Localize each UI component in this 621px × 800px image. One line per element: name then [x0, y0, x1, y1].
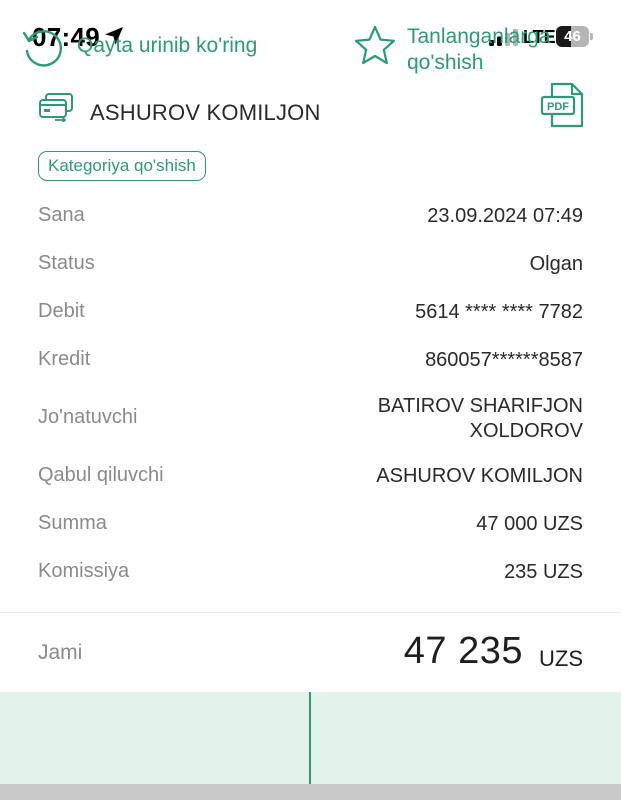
action-bar — [0, 692, 621, 784]
divider — [0, 612, 621, 613]
total-label: Jami — [38, 641, 83, 664]
svg-text:PDF: PDF — [547, 101, 569, 113]
detail-label: Kredit — [38, 348, 91, 370]
detail-value: 23.09.2024 07:49 — [427, 205, 583, 227]
detail-label: Debit — [38, 300, 85, 322]
bottom-strip — [0, 784, 621, 800]
total-currency: UZS — [539, 646, 583, 671]
star-icon — [354, 25, 396, 65]
detail-value: 235 UZS — [504, 561, 583, 583]
detail-value: Olgan — [529, 253, 583, 275]
add-category-button[interactable]: Kategoriya qo'shish — [38, 151, 206, 181]
favorites-label: Tanlanganlarga qo'shish — [407, 25, 551, 74]
add-to-favorites-button[interactable] — [311, 692, 621, 784]
detail-label: Komissiya — [38, 560, 130, 582]
pdf-icon[interactable]: PDF — [540, 82, 584, 128]
recipient-title: ASHUROV KOMILJON — [90, 100, 321, 125]
detail-label: Qabul qiluvchi — [38, 464, 164, 486]
card-transfer-icon — [39, 93, 73, 122]
detail-value: BATIROV SHARIFJON XOLDOROV — [377, 395, 583, 442]
detail-label: Jo'natuvchi — [38, 406, 138, 428]
detail-value: 860057******8587 — [425, 349, 583, 371]
battery-percent: 46 — [564, 28, 581, 45]
total-amount: 47 235 — [403, 630, 523, 672]
retry-button[interactable] — [0, 692, 309, 784]
detail-label: Status — [38, 252, 95, 274]
transaction-details-screen: 07:49 LTE 46 ASHUROV KOMILJON PDF Katego… — [0, 0, 621, 800]
battery-icon: 46 — [556, 26, 593, 47]
retry-label: Qayta urinib ko'ring — [77, 34, 258, 57]
detail-value: 47 000 UZS — [476, 513, 583, 535]
detail-value: ASHUROV KOMILJON — [376, 465, 583, 487]
detail-label: Summa — [38, 512, 107, 534]
detail-value: 5614 **** **** 7782 — [415, 301, 583, 323]
retry-icon — [22, 30, 62, 67]
detail-label: Sana — [38, 204, 85, 226]
